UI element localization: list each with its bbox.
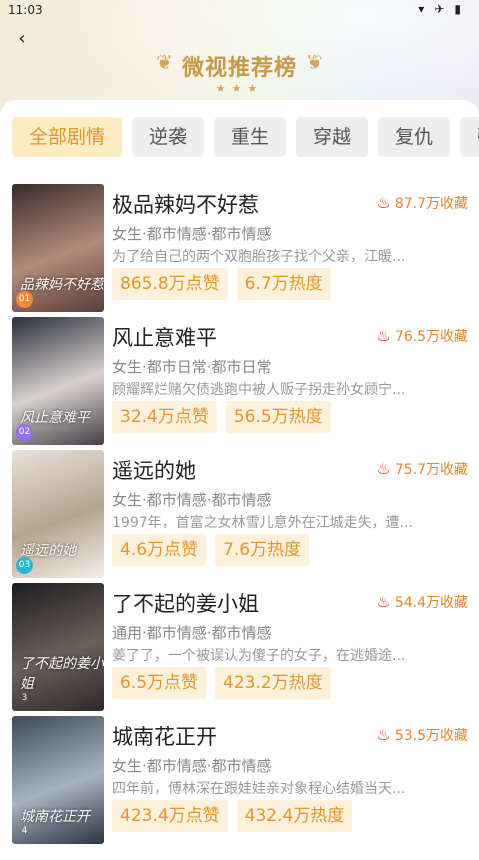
tab-time-travel[interactable]: 穿越 xyxy=(296,117,369,157)
list-item[interactable]: 遥远的她 03 遥远的她 ♨ 75.7万收藏 女生·都市情感·都市情感 1997年… xyxy=(0,450,479,583)
stat-badges: 32.4万点赞 56.5万热度 xyxy=(112,401,331,433)
likes-badge: 4.6万点赞 xyxy=(112,534,207,566)
tab-revenge[interactable]: 复仇 xyxy=(378,117,451,157)
tab-strong[interactable]: 强 xyxy=(460,117,479,157)
drama-title: 城南花正开 xyxy=(112,725,217,749)
status-time: 11:03 xyxy=(8,3,43,17)
back-icon: ‹ xyxy=(18,28,26,49)
flame-icon: ♨ xyxy=(376,459,391,478)
drama-title: 极品辣妈不好惹 xyxy=(112,193,259,217)
favorites-count: ♨ 75.7万收藏 xyxy=(376,459,468,479)
cover-image[interactable]: 了不起的姜小姐 3 xyxy=(12,583,104,711)
page-header: ❦ 微视推荐榜 ❦ ★★★ xyxy=(0,50,479,95)
page-title: 微视推荐榜 xyxy=(181,56,297,81)
list-item[interactable]: 了不起的姜小姐 3 了不起的姜小姐 ♨ 54.4万收藏 通用·都市情感·都市情感 … xyxy=(0,583,479,716)
drama-meta: 女生·都市情感·都市情感 xyxy=(112,757,272,775)
drama-description: 1997年，首富之女林雪儿意外在江城走失，遭... xyxy=(112,515,413,531)
likes-badge: 6.5万点赞 xyxy=(112,667,207,699)
cover-title: 风止意难平 xyxy=(20,410,90,426)
drama-meta: 女生·都市情感·都市情感 xyxy=(112,491,272,509)
flame-icon: ♨ xyxy=(376,193,391,212)
likes-badge: 423.4万点赞 xyxy=(112,800,228,832)
drama-meta: 通用·都市情感·都市情感 xyxy=(112,624,272,642)
favorites-label: 87.7万收藏 xyxy=(394,196,468,212)
drama-description: 顾耀辉烂赌欠债逃跑中被人贩子拐走孙女顾宁... xyxy=(112,382,406,398)
drama-title: 风止意难平 xyxy=(112,326,217,350)
favorites-label: 76.5万收藏 xyxy=(394,329,468,345)
likes-badge: 32.4万点赞 xyxy=(112,401,217,433)
likes-badge: 865.8万点赞 xyxy=(112,268,228,300)
drama-title: 了不起的姜小姐 xyxy=(112,592,259,616)
flame-icon: ♨ xyxy=(376,725,391,744)
battery-icon: ▮ xyxy=(454,2,461,16)
favorites-count: ♨ 87.7万收藏 xyxy=(376,193,468,213)
rank-badge: 03 xyxy=(16,557,33,574)
drama-meta: 女生·都市日常·都市日常 xyxy=(112,358,272,376)
rating-stars: ★★★ xyxy=(215,82,264,95)
tab-rebirth[interactable]: 重生 xyxy=(214,117,287,157)
stat-badges: 4.6万点赞 7.6万热度 xyxy=(112,534,310,566)
favorites-count: ♨ 76.5万收藏 xyxy=(376,326,468,346)
rank-badge: 01 xyxy=(16,291,33,308)
heat-badge: 423.2万热度 xyxy=(215,667,331,699)
rank-badge: 4 xyxy=(21,826,28,836)
back-button[interactable]: ‹ xyxy=(12,28,32,49)
list-item[interactable]: 城南花正开 4 城南花正开 ♨ 53.5万收藏 女生·都市情感·都市情感 四年前，… xyxy=(0,716,479,849)
status-bar: 11:03 ▾ ✈ ▮ xyxy=(0,0,479,22)
list-item[interactable]: 风止意难平 02 风止意难平 ♨ 76.5万收藏 女生·都市日常·都市日常 顾耀辉… xyxy=(0,317,479,450)
cover-image[interactable]: 遥远的她 03 xyxy=(12,450,104,578)
stat-badges: 865.8万点赞 6.7万热度 xyxy=(112,268,331,300)
left-laurel-icon: ❦ xyxy=(156,50,173,74)
heat-badge: 56.5万热度 xyxy=(225,401,331,433)
drama-description: 为了给自己的两个双胞胎孩子找个父亲，江暖... xyxy=(112,249,406,265)
stat-badges: 423.4万点赞 432.4万热度 xyxy=(112,800,353,832)
drama-meta: 女生·都市情感·都市情感 xyxy=(112,225,272,243)
cover-title: 了不起的姜小姐 xyxy=(20,656,104,692)
cover-title: 城南花正开 xyxy=(20,809,90,825)
status-icons: ▾ ✈ ▮ xyxy=(418,2,461,16)
favorites-count: ♨ 54.4万收藏 xyxy=(376,592,468,612)
category-tabs: 全部剧情逆袭重生穿越复仇强 xyxy=(12,117,479,157)
cover-title: 品辣妈不好惹 xyxy=(20,277,104,293)
favorites-label: 75.7万收藏 xyxy=(394,462,468,478)
wifi-icon: ▾ xyxy=(418,2,425,16)
drama-list: 品辣妈不好惹 01 极品辣妈不好惹 ♨ 87.7万收藏 女生·都市情感·都市情感 … xyxy=(0,184,479,849)
cover-image[interactable]: 城南花正开 4 xyxy=(12,716,104,844)
tab-counterattack[interactable]: 逆袭 xyxy=(132,117,205,157)
drama-description: 姜了了，一个被误认为傻子的女子，在逃婚途... xyxy=(112,648,406,664)
drama-title: 遥远的她 xyxy=(112,459,196,483)
flame-icon: ♨ xyxy=(376,326,391,345)
list-item[interactable]: 品辣妈不好惹 01 极品辣妈不好惹 ♨ 87.7万收藏 女生·都市情感·都市情感 … xyxy=(0,184,479,317)
content-panel: 全部剧情逆袭重生穿越复仇强 品辣妈不好惹 01 极品辣妈不好惹 ♨87.7万收藏… xyxy=(0,100,479,860)
right-laurel-icon: ❦ xyxy=(306,50,323,74)
rank-badge: 3 xyxy=(21,693,28,703)
favorites-count: ♨ 53.5万收藏 xyxy=(376,725,468,745)
stat-badges: 6.5万点赞 423.2万热度 xyxy=(112,667,331,699)
tab-all[interactable]: 全部剧情 xyxy=(12,117,123,157)
airplane-icon: ✈ xyxy=(434,2,445,16)
heat-badge: 6.7万热度 xyxy=(236,268,331,300)
favorites-label: 53.5万收藏 xyxy=(394,728,468,744)
rank-badge: 02 xyxy=(16,424,33,441)
cover-image[interactable]: 风止意难平 02 xyxy=(12,317,104,445)
heat-badge: 7.6万热度 xyxy=(215,534,310,566)
favorites-label: 54.4万收藏 xyxy=(394,595,468,611)
drama-description: 四年前，傅林深在跟娃娃亲对象程心结婚当天... xyxy=(112,781,406,797)
cover-image[interactable]: 品辣妈不好惹 01 xyxy=(12,184,104,312)
flame-icon: ♨ xyxy=(376,592,391,611)
heat-badge: 432.4万热度 xyxy=(236,800,353,832)
